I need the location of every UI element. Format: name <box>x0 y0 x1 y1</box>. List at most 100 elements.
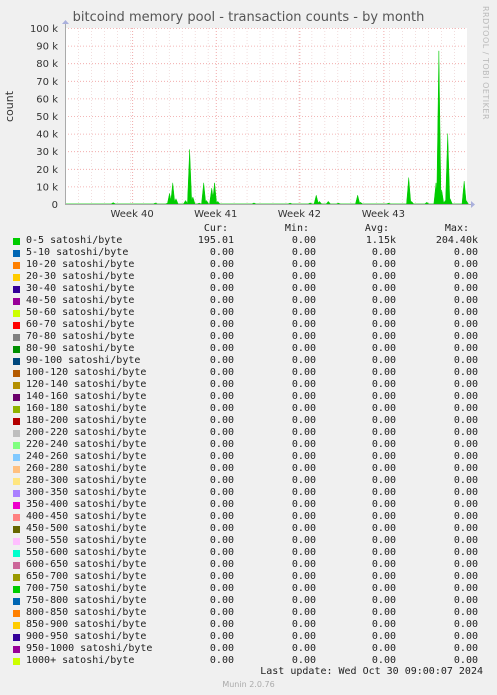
legend-value-cur: 0.00 <box>209 391 234 402</box>
legend-label: 20-30 satoshi/byte <box>26 271 135 282</box>
legend-value-min: 0.00 <box>291 499 316 510</box>
legend-label: 50-60 satoshi/byte <box>26 307 135 318</box>
legend-value-max: 0.00 <box>453 415 478 426</box>
legend-header-max: Max: <box>444 223 469 234</box>
y-tick-label: 0 <box>52 200 58 211</box>
legend-row: 90-100 satoshi/byte 0.00 0.00 0.00 0.00 <box>0 355 497 367</box>
legend-label: 40-50 satoshi/byte <box>26 295 135 306</box>
legend-row: 0-5 satoshi/byte 195.01 0.00 1.15k 204.40k <box>0 235 497 247</box>
legend-row: 350-400 satoshi/byte 0.00 0.00 0.00 0.00 <box>0 499 497 511</box>
legend-value-cur: 0.00 <box>209 583 234 594</box>
y-tick-label: 100 k <box>30 24 58 35</box>
legend-value-min: 0.00 <box>291 439 316 450</box>
legend-row: 80-90 satoshi/byte 0.00 0.00 0.00 0.00 <box>0 343 497 355</box>
legend-value-min: 0.00 <box>291 295 316 306</box>
legend-value-max: 0.00 <box>453 355 478 366</box>
legend-value-min: 0.00 <box>291 511 316 522</box>
legend-row: 100-120 satoshi/byte 0.00 0.00 0.00 0.00 <box>0 367 497 379</box>
legend-value-min: 0.00 <box>291 451 316 462</box>
legend-value-cur: 0.00 <box>209 475 234 486</box>
legend-header-min: Min: <box>284 223 309 234</box>
legend-value-min: 0.00 <box>291 331 316 342</box>
legend-row: 240-260 satoshi/byte 0.00 0.00 0.00 0.00 <box>0 451 497 463</box>
legend-value-max: 0.00 <box>453 583 478 594</box>
y-tick-label: 20 k <box>36 165 58 176</box>
legend-value-avg: 0.00 <box>371 367 396 378</box>
legend-value-cur: 195.01 <box>197 235 234 246</box>
legend-swatch <box>13 658 20 665</box>
legend-swatch <box>13 526 20 533</box>
legend-value-min: 0.00 <box>291 247 316 258</box>
legend-value-min: 0.00 <box>291 271 316 282</box>
legend-value-max: 0.00 <box>453 379 478 390</box>
legend-value-avg: 0.00 <box>371 391 396 402</box>
legend-value-min: 0.00 <box>291 487 316 498</box>
legend-swatch <box>13 550 20 557</box>
legend-label: 800-850 satoshi/byte <box>26 607 147 618</box>
legend-value-cur: 0.00 <box>209 547 234 558</box>
legend-value-avg: 0.00 <box>371 319 396 330</box>
legend-value-max: 0.00 <box>453 595 478 606</box>
legend-swatch <box>13 382 20 389</box>
legend-value-max: 0.00 <box>453 475 478 486</box>
legend-value-min: 0.00 <box>291 607 316 618</box>
legend-value-cur: 0.00 <box>209 607 234 618</box>
legend-row: 180-200 satoshi/byte 0.00 0.00 0.00 0.00 <box>0 415 497 427</box>
y-tick-label: 40 k <box>36 130 58 141</box>
legend-value-max: 0.00 <box>453 607 478 618</box>
legend-row: 140-160 satoshi/byte 0.00 0.00 0.00 0.00 <box>0 391 497 403</box>
legend-label: 450-500 satoshi/byte <box>26 523 147 534</box>
legend-header-cur: Cur: <box>203 223 228 234</box>
legend-value-max: 0.00 <box>453 271 478 282</box>
legend-row: 280-300 satoshi/byte 0.00 0.00 0.00 0.00 <box>0 475 497 487</box>
legend-value-avg: 0.00 <box>371 247 396 258</box>
legend-label: 160-180 satoshi/byte <box>26 403 147 414</box>
legend-label: 700-750 satoshi/byte <box>26 583 147 594</box>
legend-value-avg: 0.00 <box>371 547 396 558</box>
legend-label: 80-90 satoshi/byte <box>26 343 135 354</box>
munin-version: Munin 2.0.76 <box>222 680 275 689</box>
plot-background <box>65 28 467 204</box>
legend-swatch <box>13 442 20 449</box>
legend-value-cur: 0.00 <box>209 331 234 342</box>
x-tick-label: Week 41 <box>194 209 237 220</box>
x-axis-arrow <box>471 201 475 208</box>
legend-value-min: 0.00 <box>291 535 316 546</box>
legend-value-min: 0.00 <box>291 475 316 486</box>
legend-value-cur: 0.00 <box>209 463 234 474</box>
legend-row: 750-800 satoshi/byte 0.00 0.00 0.00 0.00 <box>0 595 497 607</box>
legend-value-avg: 0.00 <box>371 415 396 426</box>
legend-value-min: 0.00 <box>291 583 316 594</box>
legend-swatch <box>13 250 20 257</box>
legend-swatch <box>13 538 20 545</box>
legend-value-max: 0.00 <box>453 247 478 258</box>
legend-row: 220-240 satoshi/byte 0.00 0.00 0.00 0.00 <box>0 439 497 451</box>
legend-swatch <box>13 406 20 413</box>
legend-value-min: 0.00 <box>291 343 316 354</box>
legend-swatch <box>13 394 20 401</box>
legend-value-max: 0.00 <box>453 451 478 462</box>
legend-swatch <box>13 286 20 293</box>
legend-swatch <box>13 310 20 317</box>
legend-value-min: 0.00 <box>291 307 316 318</box>
legend-swatch <box>13 478 20 485</box>
legend-swatch <box>13 430 20 437</box>
legend-label: 70-80 satoshi/byte <box>26 331 135 342</box>
legend-row: 950-1000 satoshi/byte 0.00 0.00 0.00 0.00 <box>0 643 497 655</box>
legend-value-cur: 0.00 <box>209 571 234 582</box>
legend-swatch <box>13 238 20 245</box>
legend-value-min: 0.00 <box>291 355 316 366</box>
legend-value-max: 204.40k <box>435 235 478 246</box>
legend-label: 140-160 satoshi/byte <box>26 391 147 402</box>
legend-value-min: 0.00 <box>291 643 316 654</box>
legend-header-avg: Avg: <box>364 223 389 234</box>
legend-row: 40-50 satoshi/byte 0.00 0.00 0.00 0.00 <box>0 295 497 307</box>
legend-value-cur: 0.00 <box>209 511 234 522</box>
legend-value-max: 0.00 <box>453 331 478 342</box>
legend-value-avg: 0.00 <box>371 343 396 354</box>
legend-value-min: 0.00 <box>291 559 316 570</box>
legend-row: 70-80 satoshi/byte 0.00 0.00 0.00 0.00 <box>0 331 497 343</box>
legend-value-avg: 0.00 <box>371 463 396 474</box>
legend-value-avg: 0.00 <box>371 451 396 462</box>
legend-swatch <box>13 322 20 329</box>
